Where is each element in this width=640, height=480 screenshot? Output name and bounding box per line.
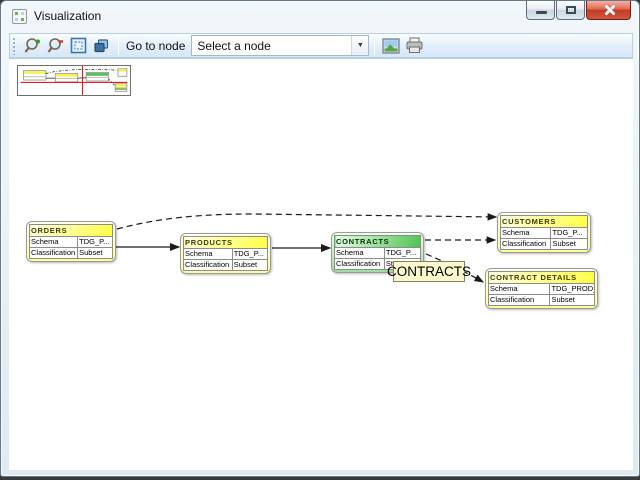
node-orders[interactable]: ORDERS Schema TDG_P... Classification Su… (26, 221, 116, 262)
minimize-button[interactable] (526, 1, 555, 20)
cascade-windows-icon (93, 37, 110, 54)
row-value: Subset (551, 239, 588, 250)
row-label: Schema (184, 249, 233, 260)
restore-icon (566, 6, 576, 14)
goto-node-label: Go to node (126, 39, 185, 53)
edge-orders-customers (117, 214, 496, 229)
cascade-windows-button[interactable] (90, 35, 112, 56)
row-value: TDG_P... (232, 249, 267, 260)
row-label: Schema (489, 284, 550, 295)
export-image-button[interactable] (380, 35, 402, 56)
titlebar[interactable]: Visualization (1, 1, 639, 32)
node-title: ORDERS (30, 225, 113, 237)
export-image-icon (382, 38, 400, 54)
row-value: Subset (550, 295, 595, 306)
node-select-combobox[interactable]: Select a node ▼ (191, 35, 369, 56)
minimap[interactable] (17, 65, 131, 96)
row-label: Schema (501, 228, 551, 239)
window-title: Visualization (34, 9, 101, 23)
minimap-node (23, 69, 126, 91)
row-label: Classification (335, 259, 385, 270)
restore-button[interactable] (556, 1, 585, 20)
minimize-icon (536, 11, 547, 14)
fit-to-window-icon (70, 37, 87, 54)
visualization-window: Visualization (0, 0, 640, 477)
row-label: Classification (489, 295, 550, 306)
print-button[interactable] (403, 35, 425, 56)
zoom-out-button[interactable] (44, 35, 66, 56)
row-value: TDG_P... (78, 237, 113, 248)
chevron-down-icon[interactable]: ▼ (351, 36, 368, 55)
print-icon (405, 37, 424, 54)
row-value: TDG_P... (384, 248, 420, 259)
graph-canvas[interactable]: ORDERS Schema TDG_P... Classification Su… (9, 58, 633, 470)
app-icon (12, 9, 27, 24)
node-products[interactable]: PRODUCTS Schema TDG_P... Classification … (180, 233, 271, 274)
toolbar: Go to node Select a node ▼ (9, 33, 633, 58)
row-label: Classification (30, 248, 78, 259)
row-value: TDG_PROD_2 (550, 284, 595, 295)
zoom-in-button[interactable] (21, 35, 43, 56)
close-icon (602, 4, 615, 17)
toolbar-separator-2 (374, 36, 375, 55)
combo-value: Select a node (192, 39, 351, 53)
row-label: Schema (30, 237, 78, 248)
zoom-in-icon (24, 37, 41, 54)
edges-layer (9, 59, 633, 471)
row-value: Subset (78, 248, 113, 259)
row-label: Classification (501, 239, 551, 250)
row-value: TDG_P... (551, 228, 588, 239)
node-title: PRODUCTS (184, 237, 268, 249)
row-label: Schema (335, 248, 385, 259)
row-value: Subset (232, 260, 267, 271)
node-customers[interactable]: CUSTOMERS Schema TDG_P... Classification… (497, 212, 591, 253)
toolbar-separator (118, 36, 119, 55)
close-button[interactable] (586, 1, 631, 20)
node-tooltip: CONTRACTS (393, 261, 465, 282)
toolbar-grip[interactable] (12, 37, 17, 55)
node-title: CONTRACT DETAILS (489, 272, 595, 284)
fit-to-window-button[interactable] (67, 35, 89, 56)
node-contract-details[interactable]: CONTRACT DETAILS Schema TDG_PROD_2 Class… (485, 268, 598, 309)
node-title: CONTRACTS (335, 236, 421, 248)
node-title: CUSTOMERS (501, 216, 588, 228)
zoom-out-icon (47, 37, 64, 54)
row-label: Classification (184, 260, 233, 271)
